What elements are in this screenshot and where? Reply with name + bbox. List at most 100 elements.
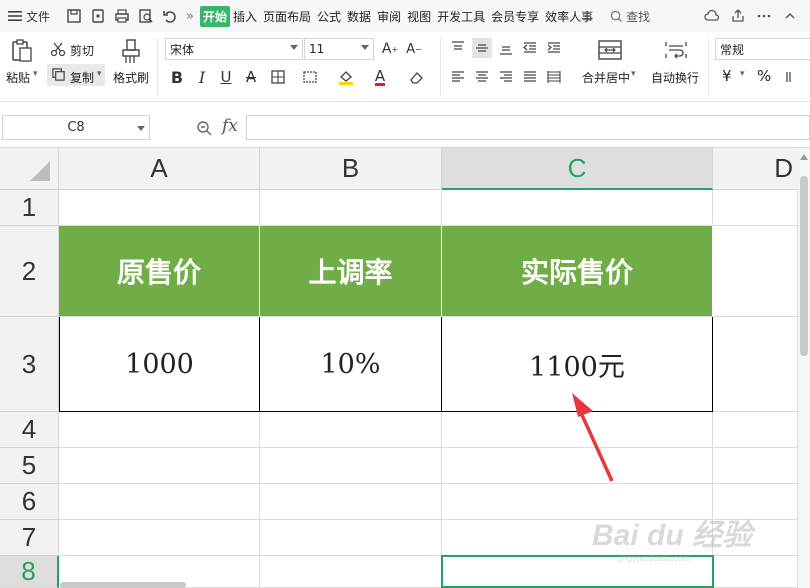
tab-insert[interactable]: 插入 — [230, 8, 260, 25]
row-header-7[interactable]: 7 — [0, 520, 59, 556]
merge-dropdown-icon[interactable]: ▾ — [631, 69, 636, 79]
print-preview-icon[interactable] — [138, 8, 154, 24]
tab-page-layout[interactable]: 页面布局 — [260, 8, 314, 25]
cell-a7[interactable] — [59, 520, 260, 556]
wrap-text-button[interactable]: 自动换行 — [651, 69, 699, 86]
underline-icon[interactable]: U — [216, 67, 236, 87]
column-header-d[interactable]: D — [713, 148, 810, 190]
undo-icon[interactable] — [162, 8, 178, 24]
cell-d5[interactable] — [713, 448, 798, 484]
align-right-icon[interactable] — [496, 67, 516, 87]
cell-a5[interactable] — [59, 448, 260, 484]
format-painter-icon[interactable] — [120, 38, 142, 66]
cell-d4[interactable] — [713, 412, 798, 448]
column-header-c[interactable]: C — [442, 148, 713, 190]
collapse-ribbon-icon[interactable] — [782, 8, 798, 24]
indent-decrease-icon[interactable] — [520, 38, 540, 58]
row-header-4[interactable]: 4 — [0, 412, 59, 448]
cell-b5[interactable] — [260, 448, 442, 484]
cell-b2[interactable]: 上调率 — [260, 226, 442, 317]
tab-member[interactable]: 会员专享 — [488, 8, 542, 25]
cell-c2[interactable]: 实际售价 — [442, 226, 713, 317]
cell-b3[interactable]: 10% — [260, 317, 442, 412]
cell-b1[interactable] — [260, 190, 442, 226]
increase-font-icon[interactable]: A + — [380, 39, 400, 59]
select-all-corner[interactable] — [0, 148, 59, 190]
cloud-sync-icon[interactable] — [704, 8, 720, 24]
copy-button[interactable]: 复制 — [70, 69, 94, 86]
copy-dropdown-icon[interactable]: ▾ — [97, 69, 102, 79]
print-icon[interactable] — [114, 8, 130, 24]
more-chevron-icon[interactable]: » — [186, 9, 194, 24]
column-header-b[interactable]: B — [260, 148, 442, 190]
row-header-8[interactable]: 8 — [0, 556, 59, 588]
cell-d3[interactable] — [713, 317, 798, 412]
scrollbar-thumb[interactable] — [800, 176, 808, 356]
tab-review[interactable]: 审阅 — [374, 8, 404, 25]
align-bottom-icon[interactable] — [496, 38, 516, 58]
scroll-up-icon[interactable] — [800, 154, 808, 160]
zoom-icon[interactable] — [196, 120, 212, 136]
strikethrough-icon[interactable]: A — [241, 67, 261, 87]
cell-d1[interactable] — [713, 190, 798, 226]
font-name-select[interactable]: 宋体 — [165, 38, 303, 60]
paste-dropdown-icon[interactable]: ▾ — [33, 69, 38, 79]
cell-c1[interactable] — [442, 190, 713, 226]
align-center-icon[interactable] — [472, 67, 492, 87]
merge-center-button[interactable]: 合并居中 — [582, 69, 630, 86]
share-icon[interactable] — [730, 8, 746, 24]
number-format-select[interactable]: 常规 — [715, 38, 810, 60]
font-size-select[interactable]: 11 — [304, 38, 374, 60]
format-painter-button[interactable]: 格式刷 — [113, 69, 149, 86]
font-color-icon[interactable]: A — [370, 67, 390, 87]
justify-icon[interactable] — [520, 67, 540, 87]
thousand-separator-icon[interactable] — [782, 67, 802, 87]
border-icon[interactable] — [268, 67, 288, 87]
tab-developer[interactable]: 开发工具 — [434, 8, 488, 25]
cell-a2[interactable]: 原售价 — [59, 226, 260, 317]
row-header-2[interactable]: 2 — [0, 226, 59, 317]
indent-increase-icon[interactable] — [544, 38, 564, 58]
save-icon[interactable] — [66, 8, 82, 24]
name-box[interactable]: C8 — [2, 115, 150, 140]
row-header-5[interactable]: 5 — [0, 448, 59, 484]
decrease-font-icon[interactable]: A − — [404, 39, 424, 59]
distributed-icon[interactable] — [544, 67, 564, 87]
row-header-1[interactable]: 1 — [0, 190, 59, 226]
paste-icon[interactable] — [10, 38, 34, 64]
cell-b4[interactable] — [260, 412, 442, 448]
eraser-icon[interactable] — [406, 67, 426, 87]
wrap-text-icon[interactable] — [664, 40, 688, 60]
export-icon[interactable] — [90, 8, 106, 24]
horizontal-scrollbar-thumb[interactable] — [60, 582, 186, 588]
tab-view[interactable]: 视图 — [404, 8, 434, 25]
align-left-icon[interactable] — [448, 67, 468, 87]
cell-a1[interactable] — [59, 190, 260, 226]
row-header-6[interactable]: 6 — [0, 484, 59, 520]
cell-b8[interactable] — [260, 556, 442, 588]
tab-efficiency[interactable]: 效率人事 — [542, 8, 596, 25]
tab-data[interactable]: 数据 — [344, 8, 374, 25]
cell-a3[interactable]: 1000 — [59, 317, 260, 412]
tab-formula[interactable]: 公式 — [314, 8, 344, 25]
tab-home[interactable]: 开始 — [199, 5, 230, 27]
currency-button[interactable]: ¥ — [722, 67, 732, 85]
column-header-a[interactable]: A — [59, 148, 260, 190]
more-options-icon[interactable] — [756, 8, 772, 24]
cell-d2[interactable] — [713, 226, 798, 317]
vertical-scrollbar[interactable] — [798, 148, 810, 588]
percent-button[interactable]: % — [757, 67, 771, 85]
insert-function-button[interactable]: fx — [222, 116, 238, 136]
cell-a6[interactable] — [59, 484, 260, 520]
align-middle-icon[interactable] — [472, 38, 492, 58]
cell-style-icon[interactable] — [300, 67, 320, 87]
cell-b6[interactable] — [260, 484, 442, 520]
file-menu[interactable]: 文件 — [0, 8, 60, 25]
paste-button[interactable]: 粘贴 — [6, 69, 30, 86]
row-header-3[interactable]: 3 — [0, 317, 59, 412]
search-box[interactable]: 查找 — [610, 8, 650, 25]
cell-b7[interactable] — [260, 520, 442, 556]
merge-center-icon[interactable] — [598, 40, 622, 60]
italic-icon[interactable]: I — [192, 67, 212, 87]
formula-input[interactable] — [246, 115, 810, 140]
